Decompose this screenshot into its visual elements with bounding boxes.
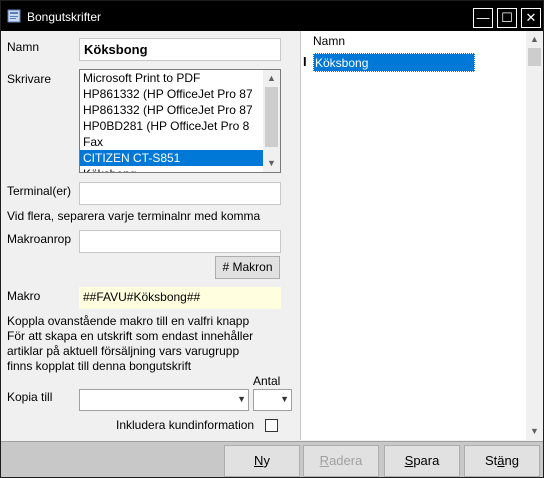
scroll-down-icon[interactable]: ▼	[526, 423, 543, 440]
window-title: Bongutskrifter	[27, 10, 102, 24]
macro-value[interactable]: ##FAVU#Köksbong##	[79, 287, 281, 309]
row-cursor-icon: I	[303, 54, 307, 69]
macro-call-input[interactable]	[79, 230, 281, 253]
close-button-accel: ä	[497, 453, 505, 468]
maximize-button[interactable]: ☐	[497, 8, 517, 28]
copy-to-value	[80, 390, 248, 396]
save-button-label: para	[413, 453, 440, 468]
minimize-icon: —	[476, 10, 490, 25]
button-bar: Ny Radera Spara Stäng	[1, 441, 543, 477]
include-customer-checkbox[interactable]	[265, 419, 278, 432]
include-customer-label: Inkludera kundinformation	[116, 418, 255, 432]
printer-items: Microsoft Print to PDF HP861332 (HP Offic…	[80, 70, 280, 172]
copy-to-select[interactable]: ▼	[79, 389, 249, 411]
minimize-button[interactable]: —	[473, 8, 493, 28]
printer-list-item[interactable]: HP0BD281 (HP OfficeJet Pro 8	[80, 118, 264, 134]
terminal-label: Terminal(er)	[7, 184, 72, 198]
printer-list-item[interactable]: Microsoft Print to PDF	[80, 70, 264, 86]
scroll-thumb[interactable]	[265, 87, 278, 147]
macro-label: Makro	[7, 289, 41, 303]
macro-help-line: finns kopplat till denna bongutskrift	[7, 359, 192, 373]
grid-column-header[interactable]: Namn	[313, 34, 345, 48]
bongutskrifter-window: Bongutskrifter — ☐ ✕ Namn Köksbong Skriv…	[0, 0, 544, 478]
app-icon	[7, 9, 21, 23]
terminal-hint: Vid flera, separera varje terminalnr med…	[7, 209, 261, 223]
grid-scrollbar[interactable]: ▲ ▼	[526, 31, 543, 440]
macro-help-line: artiklar på aktuell försäljning vars var…	[7, 344, 240, 358]
close-window-button[interactable]: ✕	[521, 8, 541, 28]
copy-to-label: Kopia till	[7, 390, 53, 404]
terminal-input[interactable]	[79, 182, 281, 205]
macro-help-line: För att skapa en utskrift som endast inn…	[7, 329, 254, 343]
scroll-up-icon[interactable]: ▲	[526, 31, 543, 48]
printer-list-item[interactable]: CITIZEN CT-S851	[80, 150, 264, 166]
chevron-down-icon: ▼	[237, 394, 246, 404]
close-button[interactable]: Stäng	[464, 445, 540, 477]
scroll-up-icon[interactable]: ▲	[263, 70, 280, 87]
save-button[interactable]: Spara	[384, 445, 460, 477]
close-icon: ✕	[525, 10, 537, 25]
bong-grid: Namn I Köksbong ▲ ▼	[300, 31, 543, 440]
close-button-label-end: ng	[504, 453, 519, 468]
name-label: Namn	[7, 40, 40, 54]
new-button-label: y	[263, 453, 270, 468]
maximize-icon: ☐	[501, 10, 513, 25]
macro-help-line: Koppla ovanstående makro till en valfri …	[7, 314, 250, 328]
printer-label: Skrivare	[7, 72, 52, 86]
save-button-accel: S	[404, 453, 414, 468]
printer-list-item[interactable]: HP861332 (HP OfficeJet Pro 87	[80, 102, 264, 118]
name-input[interactable]: Köksbong	[79, 38, 281, 61]
delete-button[interactable]: Radera	[303, 445, 379, 477]
macro-help-text: Koppla ovanstående makro till en valfri …	[7, 314, 287, 374]
chevron-down-icon: ▼	[280, 394, 289, 404]
printer-listbox[interactable]: Microsoft Print to PDF HP861332 (HP Offic…	[79, 69, 281, 173]
scroll-thumb[interactable]	[528, 48, 541, 66]
printer-list-item[interactable]: Fax	[80, 134, 264, 150]
scroll-down-icon[interactable]: ▼	[263, 155, 280, 172]
new-button[interactable]: Ny	[224, 445, 300, 477]
edit-form: Namn Köksbong Skrivare Microsoft Print t…	[1, 31, 292, 441]
grid-row[interactable]: Köksbong	[313, 53, 475, 72]
printer-list-item[interactable]: HP861332 (HP OfficeJet Pro 87	[80, 86, 264, 102]
macro-call-label: Makroanrop	[7, 232, 72, 246]
title-bar: Bongutskrifter — ☐ ✕	[1, 1, 543, 31]
delete-button-label: adera	[329, 453, 363, 468]
printer-scrollbar[interactable]: ▲ ▼	[263, 70, 280, 172]
printer-list-item[interactable]: Köksbong	[80, 166, 264, 172]
delete-button-accel: R	[319, 453, 330, 468]
quantity-select[interactable]: ▼	[253, 389, 292, 411]
quantity-label: Antal	[253, 374, 281, 388]
close-button-label: St	[485, 453, 498, 468]
macros-button[interactable]: # Makron	[215, 256, 280, 279]
